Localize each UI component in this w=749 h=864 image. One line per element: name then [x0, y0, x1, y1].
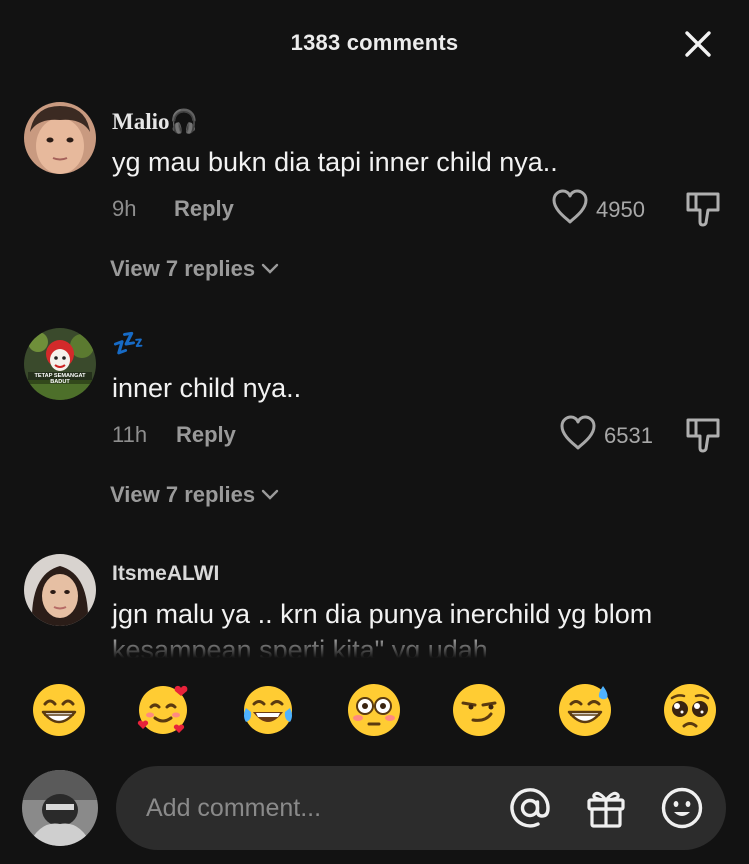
list-fade	[0, 628, 749, 658]
smiling-hearts-emoji-icon[interactable]	[135, 682, 191, 738]
chevron-down-icon	[261, 263, 279, 274]
dislike-icon[interactable]	[684, 416, 722, 454]
grin-emoji-icon[interactable]	[31, 682, 87, 738]
reply-button[interactable]: Reply	[176, 422, 236, 448]
username[interactable]: ItsmeALWI	[112, 562, 219, 586]
dislike-icon[interactable]	[684, 190, 722, 228]
like-count: 6531	[604, 422, 653, 448]
comment-text: inner child nya..	[112, 373, 302, 403]
heart-icon	[550, 188, 590, 231]
close-icon[interactable]	[680, 26, 716, 62]
comments-count-title: 1383 comments	[290, 30, 459, 55]
comment-text: yg mau bukn dia tapi inner child nya..	[112, 147, 558, 177]
avatar[interactable]	[24, 102, 96, 174]
comment-time: 11h	[112, 422, 148, 447]
like-count: 4950	[596, 196, 645, 222]
avatar[interactable]	[24, 554, 96, 626]
like-button[interactable]: 4950	[550, 188, 645, 231]
view-replies-label: View 7 replies	[110, 256, 256, 281]
comments-header: 1383 comments	[0, 0, 749, 88]
heart-icon	[558, 414, 598, 457]
comment-input[interactable]	[146, 766, 506, 850]
svg-text:BADUT: BADUT	[50, 379, 70, 385]
comment-input-bar	[0, 756, 749, 864]
view-replies-button[interactable]: View 7 replies	[110, 482, 279, 508]
emoji-bar	[0, 672, 749, 752]
pleading-emoji-icon[interactable]	[662, 682, 718, 738]
avatar[interactable]: TETAP SEMANGAT BADUT	[24, 328, 96, 400]
flushed-emoji-icon[interactable]	[346, 682, 402, 738]
comments-list: Malio🎧 yg mau bukn dia tapi inner child …	[0, 88, 749, 658]
chevron-down-icon	[261, 489, 279, 500]
grin-sweat-emoji-icon[interactable]	[557, 682, 613, 738]
tears-of-joy-emoji-icon[interactable]	[240, 682, 296, 738]
view-replies-label: View 7 replies	[110, 482, 256, 507]
smirk-emoji-icon[interactable]	[451, 682, 507, 738]
username[interactable]: 💤	[112, 328, 144, 359]
reply-button[interactable]: Reply	[174, 196, 234, 222]
comment-time: 9h	[112, 196, 137, 221]
emoji-icon[interactable]	[660, 786, 704, 830]
username[interactable]: Malio🎧	[112, 108, 198, 135]
comment-input-container	[116, 766, 726, 850]
gift-icon[interactable]	[584, 786, 628, 830]
my-avatar[interactable]	[22, 770, 98, 846]
at-icon[interactable]	[508, 786, 552, 830]
like-button[interactable]: 6531	[558, 414, 653, 457]
view-replies-button[interactable]: View 7 replies	[110, 256, 279, 282]
